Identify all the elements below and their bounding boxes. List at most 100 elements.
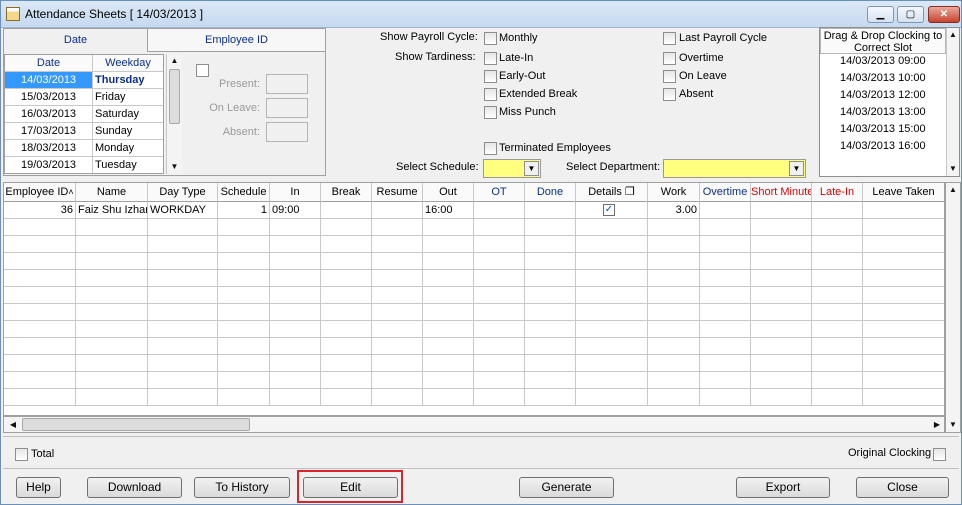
help-button[interactable]: Help [16,477,61,498]
empty-cell[interactable] [423,321,474,338]
absent-checkbox[interactable] [663,88,676,101]
chevron-down-icon[interactable]: ▼ [524,161,539,176]
empty-cell[interactable] [751,321,812,338]
scroll-down-arrow-icon[interactable]: ▼ [947,162,959,176]
column-header-in[interactable]: In [270,183,321,202]
details-cell[interactable]: ✓ [576,202,648,219]
empty-cell[interactable] [648,372,700,389]
miss-punch-checkbox[interactable] [484,106,497,119]
date-row[interactable]: 15/03/2013 Friday [5,89,163,106]
empty-cell[interactable] [321,270,372,287]
column-header-resume[interactable]: Resume [372,183,423,202]
empty-cell[interactable] [700,219,751,236]
download-button[interactable]: Download [87,477,182,498]
scroll-down-arrow-icon[interactable]: ▼ [946,418,960,432]
empty-cell[interactable] [751,389,812,406]
chevron-down-icon[interactable]: ▼ [789,161,804,176]
empty-cell[interactable] [423,287,474,304]
empty-cell[interactable] [372,389,423,406]
slot-item[interactable]: 14/03/2013 16:00 [840,138,950,155]
slot-item[interactable]: 14/03/2013 15:00 [840,121,950,138]
empty-cell[interactable] [700,355,751,372]
empty-cell[interactable] [423,372,474,389]
empty-cell[interactable] [700,338,751,355]
empty-cell[interactable] [423,338,474,355]
empty-cell[interactable] [751,219,812,236]
empty-cell[interactable] [372,287,423,304]
empty-cell[interactable] [423,236,474,253]
empty-cell[interactable] [525,219,576,236]
empty-cell[interactable] [812,304,863,321]
empty-cell[interactable] [148,304,218,321]
out-cell[interactable]: 16:00 [423,202,474,219]
empty-cell[interactable] [474,253,525,270]
empty-cell[interactable] [148,253,218,270]
export-button[interactable]: Export [736,477,830,498]
column-header-done[interactable]: Done [525,183,576,202]
slot-list-scrollbar[interactable]: ▲ ▼ [946,28,959,176]
empty-cell[interactable] [474,304,525,321]
empty-cell[interactable] [576,338,648,355]
empty-cell[interactable] [218,338,270,355]
empty-cell[interactable] [525,253,576,270]
schedule-select[interactable]: ▼ [483,159,541,178]
empty-cell[interactable] [751,338,812,355]
empty-cell[interactable] [700,389,751,406]
column-header-employee-id[interactable]: Employee ID˄ [4,183,76,202]
empty-cell[interactable] [474,355,525,372]
empty-cell[interactable] [863,236,944,253]
empty-cell[interactable] [372,338,423,355]
empty-cell[interactable] [812,219,863,236]
grid-vertical-scrollbar[interactable]: ▲ ▼ [945,182,961,433]
empty-cell[interactable] [4,372,76,389]
empty-cell[interactable] [218,287,270,304]
empty-cell[interactable] [372,270,423,287]
empty-cell[interactable] [423,304,474,321]
empty-cell[interactable] [148,355,218,372]
column-header-day-type[interactable]: Day Type [148,183,218,202]
empty-cell[interactable] [863,338,944,355]
scroll-left-arrow-icon[interactable]: ◀ [6,418,20,432]
empty-cell[interactable] [148,287,218,304]
empty-cell[interactable] [576,372,648,389]
day-type-cell[interactable]: WORKDAY [148,202,218,219]
empty-cell[interactable] [4,236,76,253]
column-header-break[interactable]: Break [321,183,372,202]
empty-cell[interactable] [423,389,474,406]
empty-cell[interactable] [321,236,372,253]
empty-cell[interactable] [148,321,218,338]
column-header-out[interactable]: Out [423,183,474,202]
empty-cell[interactable] [576,270,648,287]
empty-cell[interactable] [751,287,812,304]
empty-cell[interactable] [423,355,474,372]
work-cell[interactable]: 3.00 [648,202,700,219]
minimize-button[interactable]: ▁ [867,6,894,23]
empty-cell[interactable] [576,219,648,236]
employee-id-cell[interactable]: 36 [4,202,76,219]
empty-cell[interactable] [474,372,525,389]
empty-cell[interactable] [812,253,863,270]
empty-cell[interactable] [863,304,944,321]
empty-cell[interactable] [76,304,148,321]
date-row[interactable]: 16/03/2013 Saturday [5,106,163,123]
empty-cell[interactable] [751,270,812,287]
empty-cell[interactable] [525,304,576,321]
extended-break-checkbox[interactable] [484,88,497,101]
empty-cell[interactable] [4,270,76,287]
date-list-scrollbar[interactable]: ▲ ▼ [166,54,182,174]
empty-cell[interactable] [270,236,321,253]
empty-cell[interactable] [321,287,372,304]
empty-cell[interactable] [751,355,812,372]
original-clocking-checkbox[interactable] [933,448,946,461]
empty-cell[interactable] [4,389,76,406]
empty-cell[interactable] [863,270,944,287]
empty-cell[interactable] [700,270,751,287]
empty-cell[interactable] [423,219,474,236]
scroll-right-arrow-icon[interactable]: ▶ [930,418,944,432]
total-checkbox[interactable] [15,448,28,461]
empty-cell[interactable] [525,321,576,338]
overtime-cell[interactable] [700,202,751,219]
empty-cell[interactable] [321,372,372,389]
empty-cell[interactable] [76,321,148,338]
column-header-overtime[interactable]: Overtime [700,183,751,202]
